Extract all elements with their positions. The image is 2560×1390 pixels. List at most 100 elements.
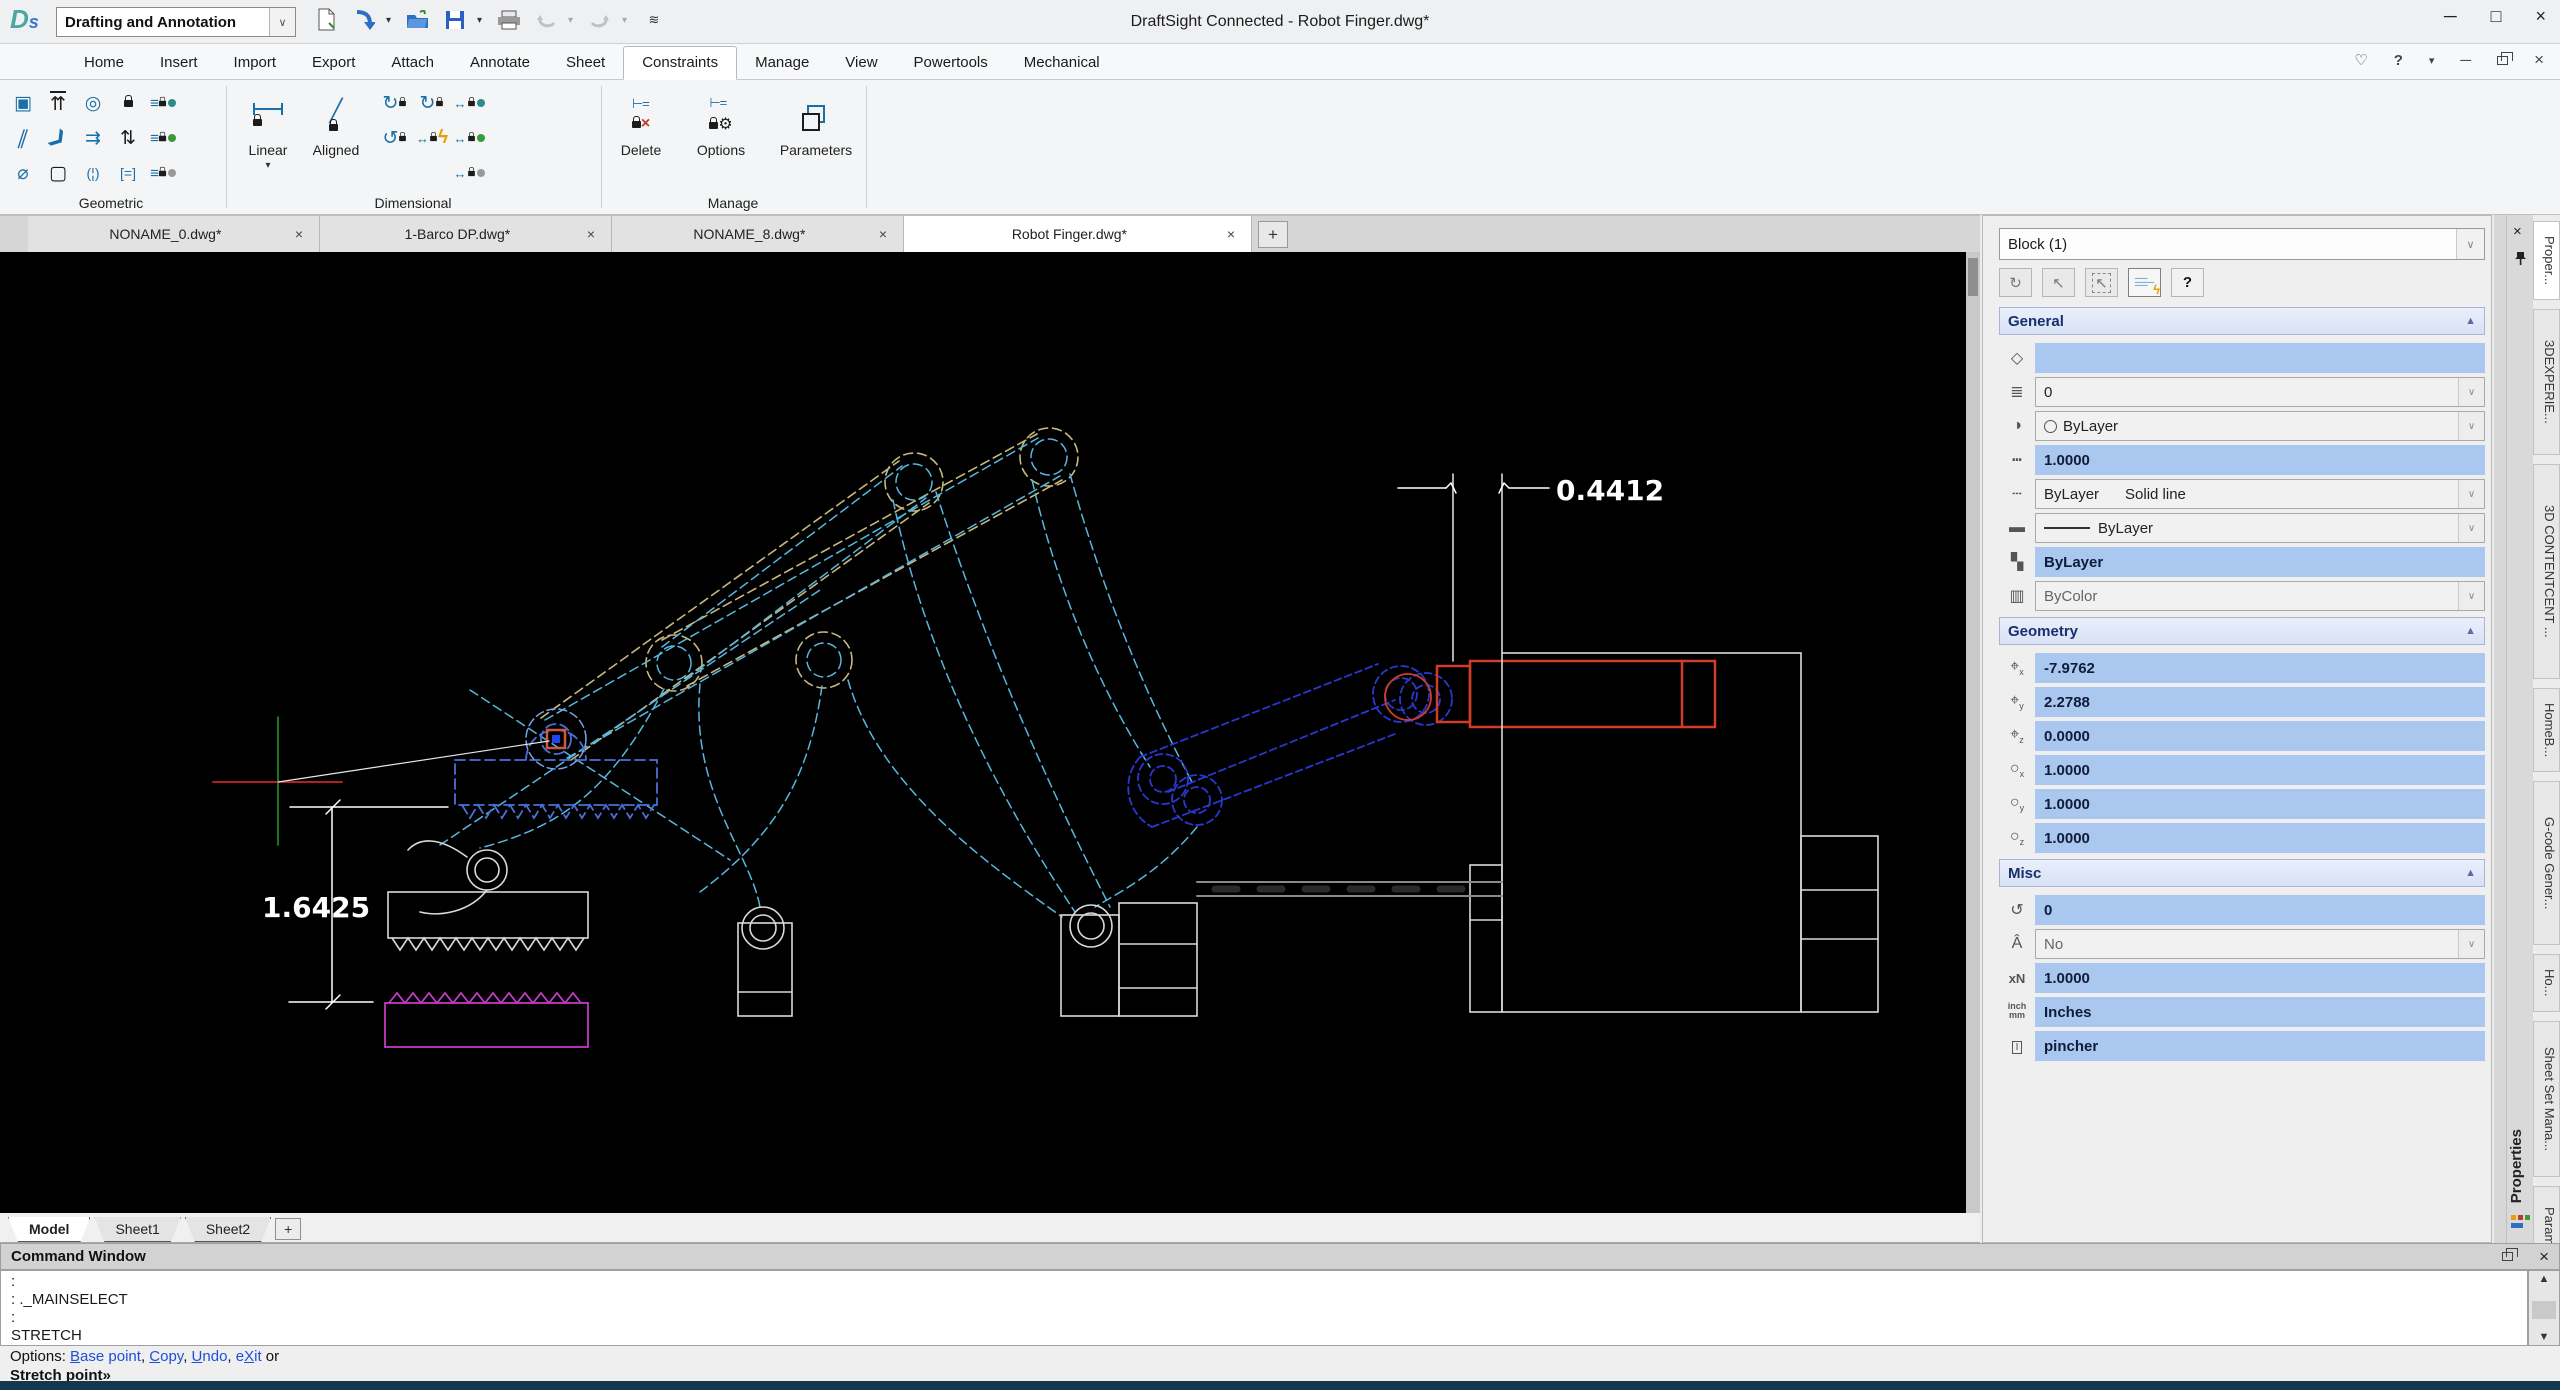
linear-dimension-button[interactable]: Linear ▾: [237, 88, 299, 171]
smart-dimension-icon[interactable]: ↔ ϟ: [414, 121, 450, 155]
side-tab-sheetset[interactable]: Sheet Set Mana...: [2533, 1020, 2560, 1177]
chevron-down-icon[interactable]: ∨: [269, 8, 295, 36]
command-history[interactable]: : : ._MAINSELECT : STRETCH: [0, 1270, 2528, 1346]
chevron-down-icon[interactable]: ▾: [2429, 54, 2435, 67]
command-window-titlebar[interactable]: Command Window ×: [0, 1243, 2560, 1270]
chevron-down-icon[interactable]: ∨: [2458, 514, 2484, 542]
chevron-down-icon[interactable]: ∨: [2458, 930, 2484, 958]
line-color-select[interactable]: ByLayer ∨: [2035, 411, 2485, 441]
position-y-field[interactable]: 2.2788: [2035, 687, 2485, 717]
sheet-tab-model[interactable]: Model: [8, 1217, 90, 1242]
close-palette-button[interactable]: ×: [2513, 223, 2522, 240]
close-command-window-button[interactable]: ×: [2539, 1247, 2549, 1267]
customize-toolbar-icon[interactable]: ≋: [639, 5, 669, 35]
tab-import[interactable]: Import: [216, 47, 295, 79]
tab-mechanical[interactable]: Mechanical: [1006, 47, 1118, 79]
close-icon[interactable]: ×: [871, 226, 887, 242]
minimize-button[interactable]: ─: [2444, 6, 2457, 27]
close-icon[interactable]: ×: [579, 226, 595, 242]
restore-window-icon[interactable]: [2497, 51, 2513, 65]
tab-annotate[interactable]: Annotate: [452, 47, 548, 79]
block-name2-field[interactable]: pincher: [2035, 1031, 2485, 1061]
scale-z-field[interactable]: 1.0000: [2035, 823, 2485, 853]
position-z-field[interactable]: 0.0000: [2035, 721, 2485, 751]
print-style-select[interactable]: ByColor ∨: [2035, 581, 2485, 611]
tab-home[interactable]: Home: [66, 47, 142, 79]
workspace-selector[interactable]: Drafting and Annotation ∨: [56, 7, 296, 37]
scale-x-field[interactable]: 1.0000: [2035, 755, 2485, 785]
pin-icon[interactable]: [2514, 251, 2527, 271]
coincident-constraint-icon[interactable]: ▣: [6, 86, 40, 120]
close-button[interactable]: ×: [2535, 6, 2546, 27]
linetype-scale-field[interactable]: 1.0000: [2035, 445, 2485, 475]
chevron-down-icon[interactable]: ∨: [2458, 582, 2484, 610]
sheet-tab-sheet2[interactable]: Sheet2: [185, 1217, 271, 1242]
tab-powertools[interactable]: Powertools: [896, 47, 1006, 79]
close-icon[interactable]: ×: [287, 226, 303, 242]
palette-help-button[interactable]: ?: [2171, 268, 2204, 297]
dim-show-green-icon[interactable]: ↔: [451, 121, 487, 155]
linetype-select[interactable]: ByLayer Solid line ∨: [2035, 479, 2485, 509]
favorites-icon[interactable]: ♡: [2354, 51, 2367, 69]
side-tab-3dexperience[interactable]: 3DEXPERIE...: [2533, 309, 2560, 455]
option-undo-link[interactable]: Undo: [192, 1348, 228, 1365]
redo-button[interactable]: [585, 5, 615, 35]
scroll-down-icon[interactable]: ▼: [2529, 1331, 2559, 1343]
tab-insert[interactable]: Insert: [142, 47, 216, 79]
import-button[interactable]: [349, 5, 379, 35]
layer-select[interactable]: 0 ∨: [2035, 377, 2485, 407]
constraint-options-button[interactable]: ⊢= ⚙ Options: [690, 88, 752, 159]
tab-attach[interactable]: Attach: [373, 47, 452, 79]
side-tab-gcode[interactable]: G-code Gener...: [2533, 780, 2560, 946]
collapse-ribbon-button[interactable]: ─: [2460, 52, 2471, 69]
tab-sheet[interactable]: Sheet: [548, 47, 623, 79]
chevron-down-icon[interactable]: ∨: [2458, 378, 2484, 406]
tab-constraints[interactable]: Constraints: [623, 46, 738, 80]
close-icon[interactable]: ×: [1219, 226, 1235, 242]
section-misc[interactable]: Misc ▲: [1999, 859, 2485, 887]
scroll-thumb[interactable]: [2532, 1301, 2556, 1319]
option-copy-link[interactable]: Copy: [149, 1348, 183, 1365]
vertical-constraint-icon[interactable]: ⇅: [111, 121, 145, 155]
smooth-constraint-icon[interactable]: ▢: [41, 156, 75, 190]
parallel-constraint-icon[interactable]: ∥: [6, 121, 40, 155]
transparency-field[interactable]: ByLayer: [2035, 547, 2485, 577]
unit-factor-field[interactable]: 1.0000: [2035, 963, 2485, 993]
side-tab-homebyme[interactable]: HomeB...: [2533, 687, 2560, 772]
symmetric-constraint-icon[interactable]: (¦): [76, 156, 110, 190]
angular-arrow-constraint-icon[interactable]: ↻: [414, 86, 450, 120]
close-document-button[interactable]: ×: [2534, 50, 2544, 70]
selection-type-selector[interactable]: Block (1) ∨: [1999, 228, 2485, 260]
doc-tab-robot-finger[interactable]: Robot Finger.dwg* ×: [904, 216, 1252, 252]
scroll-up-icon[interactable]: ▲: [2529, 1273, 2559, 1285]
show-green-constraints-icon[interactable]: ≡: [146, 121, 180, 155]
maximize-button[interactable]: □: [2491, 6, 2502, 27]
radial-constraint-icon[interactable]: ↺: [377, 121, 413, 155]
collapse-icon[interactable]: ▲: [2465, 867, 2476, 879]
new-document-tab-button[interactable]: +: [1258, 221, 1288, 248]
equal-spacing-constraint-icon[interactable]: ⇉: [76, 121, 110, 155]
option-base-point-link[interactable]: Base point: [70, 1348, 141, 1365]
chevron-down-icon[interactable]: ▾: [568, 15, 578, 26]
tangent-circle-constraint-icon[interactable]: ⌀: [6, 156, 40, 190]
select-box-icon[interactable]: ↖: [2085, 268, 2118, 297]
collapse-icon[interactable]: ▲: [2465, 315, 2476, 327]
select-new-icon[interactable]: ↻: [1999, 268, 2032, 297]
show-constraints-icon[interactable]: ≡: [146, 86, 180, 120]
drawing-canvas[interactable]: 1.6425 0.4412: [0, 252, 1980, 1213]
tab-export[interactable]: Export: [294, 47, 373, 79]
scale-y-field[interactable]: 1.0000: [2035, 789, 2485, 819]
block-name-field[interactable]: [2035, 343, 2485, 373]
quick-select-button[interactable]: ── ─── ── ϟ: [2128, 268, 2161, 297]
chevron-down-icon[interactable]: ▾: [386, 15, 396, 26]
canvas-scrollbar[interactable]: [1966, 252, 1980, 1213]
chevron-down-icon[interactable]: ∨: [2456, 229, 2484, 259]
side-tab-3dcontentcentral[interactable]: 3D CONTENTCENT ...: [2533, 463, 2560, 679]
doc-tab-noname8[interactable]: NONAME_8.dwg* ×: [612, 216, 904, 252]
position-x-field[interactable]: -7.9762: [2035, 653, 2485, 683]
side-tab-properties[interactable]: Proper...: [2533, 221, 2560, 301]
fix-constraint-icon[interactable]: ⇈: [41, 86, 75, 120]
option-exit-link[interactable]: eXit: [236, 1348, 262, 1365]
chevron-down-icon[interactable]: ∨: [2458, 480, 2484, 508]
mirrored-select[interactable]: No ∨: [2035, 929, 2485, 959]
